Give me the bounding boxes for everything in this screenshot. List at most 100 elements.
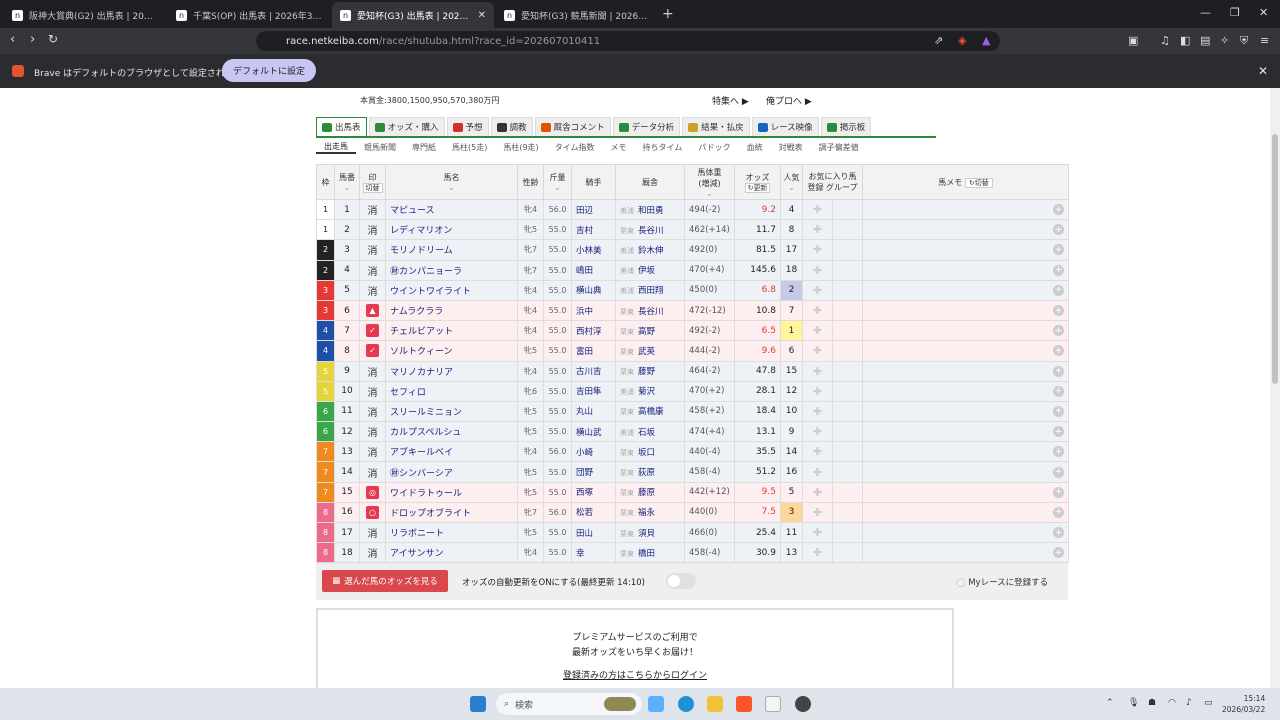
fav-register-cell[interactable]: ✚ — [802, 400, 833, 423]
fav-register-cell[interactable]: ✚ — [802, 259, 833, 281]
memo-toggle-button[interactable]: ↻切替 — [964, 177, 993, 188]
trainer-cell[interactable]: 栗東 福永 — [615, 501, 685, 524]
horse-name-link[interactable]: マリノカナリア — [385, 360, 518, 382]
brave-shields-icon[interactable]: ◈ — [958, 34, 966, 47]
trainer-cell[interactable]: 栗東 橋田 — [615, 542, 685, 564]
memo-cell[interactable]: + — [862, 542, 1070, 564]
edge-icon[interactable] — [678, 696, 694, 712]
address-bar[interactable]: race.netkeiba.com/race/shutuba.html?race… — [256, 31, 1000, 51]
memo-cell[interactable]: + — [862, 400, 1070, 423]
sub-tab-0[interactable]: 出走馬 — [316, 140, 356, 154]
close-window-icon[interactable]: ✕ — [1259, 6, 1268, 19]
main-tab-5[interactable]: データ分析 — [612, 117, 681, 136]
forward-icon[interactable]: › — [30, 32, 35, 47]
trainer-cell[interactable]: 美浦 菊沢 — [615, 380, 685, 402]
sidebar-icon[interactable]: ▣ — [1128, 34, 1138, 47]
add-memo-icon[interactable]: + — [1053, 506, 1065, 518]
jockey-link[interactable]: 田山 — [571, 521, 616, 544]
wifi-icon[interactable]: ◠ — [1168, 698, 1176, 708]
fav-group-cell[interactable] — [831, 380, 864, 402]
trainer-cell[interactable]: 美浦 伊坂 — [615, 259, 685, 281]
new-tab-icon[interactable]: + — [662, 6, 674, 22]
memo-cell[interactable]: + — [862, 259, 1070, 281]
notification-tray-icon[interactable]: ☗ — [1148, 698, 1156, 708]
fav-register-cell[interactable]: ✚ — [802, 219, 833, 241]
jockey-link[interactable]: 浜中 — [571, 299, 616, 322]
memo-cell[interactable]: + — [862, 441, 1070, 463]
memo-cell[interactable]: + — [862, 421, 1070, 443]
fav-register-cell[interactable]: ✚ — [802, 461, 833, 483]
memo-cell[interactable]: + — [862, 380, 1070, 402]
add-memo-icon[interactable]: + — [1053, 244, 1065, 256]
memo-cell[interactable]: + — [862, 360, 1070, 382]
add-favorite-icon[interactable]: ✚ — [813, 445, 822, 458]
jockey-link[interactable]: 小崎 — [571, 441, 616, 463]
fav-register-cell[interactable]: ✚ — [802, 501, 833, 524]
browser-tab-1[interactable]: n 阪神大賞典(G2) 出馬表 | 2026年3月2 — [4, 4, 166, 26]
media-icon[interactable]: ♫ — [1160, 34, 1170, 47]
sub-tab-3[interactable]: 馬柱(5走) — [444, 140, 495, 154]
add-favorite-icon[interactable]: ✚ — [813, 425, 822, 438]
reload-icon[interactable]: ↻ — [48, 32, 58, 46]
main-tab-2[interactable]: 予想 — [446, 117, 489, 136]
volume-icon[interactable]: ♪ — [1186, 698, 1192, 708]
horse-name-link[interactable]: ナムラクララ — [385, 299, 518, 322]
fav-group-cell[interactable] — [831, 521, 864, 544]
horse-name-link[interactable]: ㊖カンパニョーラ — [385, 259, 518, 281]
leo-ai-icon[interactable]: ✧ — [1220, 34, 1229, 47]
memo-cell[interactable]: + — [862, 198, 1070, 221]
mark-cell[interactable]: 消 — [359, 380, 386, 402]
close-infobar-icon[interactable]: ✕ — [1258, 64, 1268, 78]
fav-group-cell[interactable] — [831, 279, 864, 301]
add-memo-icon[interactable]: + — [1053, 325, 1065, 337]
vpn-icon[interactable]: ⛨ — [1240, 34, 1248, 48]
sub-tab-4[interactable]: 馬柱(9走) — [495, 140, 546, 154]
fav-group-cell[interactable] — [831, 421, 864, 443]
fav-group-cell[interactable] — [831, 501, 864, 524]
feature-link[interactable]: 特集へ ▶ — [712, 94, 749, 107]
fav-register-cell[interactable]: ✚ — [802, 481, 833, 503]
fav-register-cell[interactable]: ✚ — [802, 542, 833, 564]
add-favorite-icon[interactable]: ✚ — [813, 466, 822, 479]
horse-name-link[interactable]: レディマリオン — [385, 219, 518, 241]
brave-taskbar-icon[interactable] — [736, 696, 752, 712]
memo-cell[interactable]: + — [862, 219, 1070, 241]
trainer-cell[interactable]: 美浦 西田翔 — [615, 279, 685, 301]
add-memo-icon[interactable]: + — [1053, 466, 1065, 478]
minimize-icon[interactable]: — — [1200, 6, 1211, 19]
fav-group-cell[interactable] — [831, 320, 864, 342]
horse-name-link[interactable]: アブキールベイ — [385, 441, 518, 463]
add-favorite-icon[interactable]: ✚ — [813, 304, 822, 317]
maximize-icon[interactable]: ❐ — [1230, 6, 1240, 19]
memo-cell[interactable]: + — [862, 299, 1070, 322]
browser-tab-2[interactable]: n 千葉S(OP) 出馬表 | 2026年3月22日 — [168, 4, 330, 26]
trainer-cell[interactable]: 栗東 長谷川 — [615, 299, 685, 322]
fav-register-cell[interactable]: ✚ — [802, 521, 833, 544]
mark-cell[interactable]: 消 — [359, 461, 386, 483]
trainer-cell[interactable]: 美浦 鈴木伸 — [615, 239, 685, 261]
trainer-cell[interactable]: 美浦 和田勇 — [615, 198, 685, 221]
horse-name-link[interactable]: リラボニート — [385, 521, 518, 544]
add-favorite-icon[interactable]: ✚ — [813, 385, 822, 398]
fav-register-cell[interactable]: ✚ — [802, 360, 833, 382]
fav-group-cell[interactable] — [831, 299, 864, 322]
fav-group-cell[interactable] — [831, 219, 864, 241]
mark-cell[interactable]: 消 — [359, 259, 386, 281]
jockey-link[interactable]: 横山武 — [571, 421, 616, 443]
mark-toggle-button[interactable]: 切替 — [362, 182, 383, 193]
jockey-link[interactable]: 西村淳 — [571, 320, 616, 342]
memo-cell[interactable]: + — [862, 481, 1070, 503]
jockey-link[interactable]: 小林美 — [571, 239, 616, 261]
fav-group-cell[interactable] — [831, 461, 864, 483]
start-icon[interactable] — [470, 696, 486, 712]
mark-cell[interactable]: 消 — [359, 400, 386, 423]
add-favorite-icon[interactable]: ✚ — [813, 284, 822, 297]
main-tab-8[interactable]: 掲示板 — [820, 117, 872, 136]
horse-name-link[interactable]: ㊖シンバーシア — [385, 461, 518, 483]
brave-rewards-icon[interactable]: ▲ — [982, 34, 990, 47]
header-weight[interactable]: 斤量 ⌄ — [543, 164, 572, 200]
horse-name-link[interactable]: ソルトクィーン — [385, 340, 518, 362]
fav-register-cell[interactable]: ✚ — [802, 239, 833, 261]
trainer-cell[interactable]: 栗東 高野 — [615, 320, 685, 342]
trainer-cell[interactable]: 栗東 坂口 — [615, 441, 685, 463]
